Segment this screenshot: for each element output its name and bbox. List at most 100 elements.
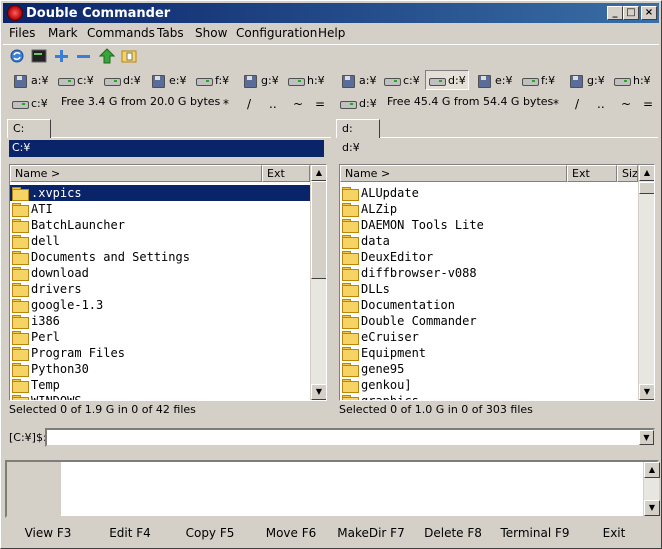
right-col-name[interactable]: Name > [340, 165, 567, 182]
file-row[interactable]: ALUpdate [340, 185, 638, 201]
edit-f4-button[interactable]: Edit F4 [85, 521, 175, 545]
left-drive-d-button[interactable]: d:¥ [101, 70, 143, 90]
left-col-name[interactable]: Name > [10, 165, 262, 182]
file-row[interactable]: google-1.3 [10, 297, 310, 313]
log-scroll-up-button[interactable]: ▲ [644, 462, 660, 478]
right-equal-button[interactable]: = [643, 97, 653, 111]
right-tab-d[interactable]: d: [336, 119, 380, 138]
file-row[interactable]: Python30 [10, 361, 310, 377]
left-drive-g-button[interactable]: g:¥ [239, 70, 281, 90]
right-file-list[interactable]: Name > Ext Size ALUpdate ALZip DAEMON Tool… [339, 164, 655, 401]
left-tab-c[interactable]: C: [7, 119, 51, 138]
file-row[interactable]: Equipment [340, 345, 638, 361]
left-drive-e-button[interactable]: e:¥ [147, 70, 188, 90]
file-row[interactable]: DLLs [340, 281, 638, 297]
file-row[interactable]: Program Files [10, 345, 310, 361]
log-scroll-down-button[interactable]: ▼ [644, 500, 660, 516]
left-scroll-down-button[interactable]: ▼ [311, 384, 326, 400]
menu-commands[interactable]: Commands [87, 26, 155, 40]
right-scrollbar[interactable]: ▲ ▼ [638, 165, 654, 400]
file-row[interactable]: genkou] [340, 377, 638, 393]
right-home-button[interactable]: ~ [621, 97, 631, 111]
copy-f5-button[interactable]: Copy F5 [165, 521, 255, 545]
right-drive-e-button[interactable]: e:¥ [473, 70, 514, 90]
file-row[interactable]: dell [10, 233, 310, 249]
file-row[interactable]: download [10, 265, 310, 281]
file-row[interactable]: Documentation [340, 297, 638, 313]
file-row[interactable]: ATI [10, 201, 310, 217]
file-row[interactable]: DeuxEditor [340, 249, 638, 265]
menu-mark[interactable]: Mark [48, 26, 78, 40]
right-drive-a-button[interactable]: a:¥ [337, 70, 378, 90]
file-row[interactable]: .xvpics [10, 185, 310, 201]
left-file-list[interactable]: Name > Ext .xvpics ATI BatchLauncher dell Do… [9, 164, 327, 401]
terminal-f9-button[interactable]: Terminal F9 [490, 521, 580, 545]
left-drive-f-button[interactable]: f:¥ [193, 70, 231, 90]
exit-button[interactable]: Exit [569, 521, 659, 545]
command-history-dropdown[interactable]: ▼ [639, 430, 654, 445]
title-bar[interactable]: Double Commander _ □ × [3, 3, 659, 23]
file-row[interactable]: Temp [10, 377, 310, 393]
menu-help[interactable]: Help [318, 26, 345, 40]
command-line-input[interactable] [45, 428, 655, 447]
file-row[interactable]: Documents and Settings [10, 249, 310, 265]
right-drive-selector[interactable]: d:¥ [337, 93, 379, 113]
left-parent-button[interactable]: .. [269, 97, 277, 111]
minimize-button[interactable]: _ [607, 6, 623, 20]
file-row[interactable]: drivers [10, 281, 310, 297]
left-drive-a-button[interactable]: a:¥ [9, 70, 50, 90]
right-scroll-down-button[interactable]: ▼ [639, 384, 654, 400]
menu-configuration[interactable]: Configuration [236, 26, 317, 40]
left-path-bar[interactable]: C:¥ [9, 140, 324, 157]
right-slash-button[interactable]: / [575, 97, 579, 111]
terminal-icon[interactable] [31, 48, 47, 64]
left-col-ext[interactable]: Ext [262, 165, 310, 182]
left-drive-selector[interactable]: c:¥ [9, 93, 50, 113]
right-drive-g-button[interactable]: g:¥ [565, 70, 607, 90]
left-equal-button[interactable]: = [315, 97, 325, 111]
left-drive-h-button[interactable]: h:¥ [285, 70, 327, 90]
up-arrow-icon[interactable] [99, 48, 115, 64]
makedir-f7-button[interactable]: MakeDir F7 [326, 521, 416, 545]
left-slash-button[interactable]: / [247, 97, 251, 111]
view-f3-button[interactable]: View F3 [3, 521, 93, 545]
file-row[interactable]: gene95 [340, 361, 638, 377]
minus-icon[interactable] [75, 48, 91, 64]
file-row[interactable]: BatchLauncher [10, 217, 310, 233]
left-scroll-thumb[interactable] [311, 181, 326, 279]
file-row[interactable]: diffbrowser-v088 [340, 265, 638, 281]
right-drive-d-button[interactable]: d:¥ [425, 70, 469, 90]
file-row[interactable]: Perl [10, 329, 310, 345]
right-drive-h-button[interactable]: h:¥ [611, 70, 653, 90]
file-row[interactable]: DAEMON Tools Lite [340, 217, 638, 233]
right-col-ext[interactable]: Ext [567, 165, 617, 182]
maximize-button[interactable]: □ [623, 6, 639, 20]
plus-icon[interactable] [53, 48, 69, 64]
left-drive-c-button[interactable]: c:¥ [55, 70, 96, 90]
right-col-size[interactable]: Size [617, 165, 638, 182]
menu-files[interactable]: Files [9, 26, 35, 40]
right-drive-f-button[interactable]: f:¥ [519, 70, 557, 90]
log-scrollbar[interactable]: ▲ ▼ [643, 462, 660, 516]
right-scroll-up-button[interactable]: ▲ [639, 165, 654, 181]
right-root-button[interactable]: * [553, 97, 559, 111]
file-row[interactable]: eCruiser [340, 329, 638, 345]
right-parent-button[interactable]: .. [597, 97, 605, 111]
right-drive-c-button[interactable]: c:¥ [381, 70, 422, 90]
right-path-bar[interactable]: d:¥ [339, 140, 654, 157]
delete-f8-button[interactable]: Delete F8 [408, 521, 498, 545]
file-row[interactable]: ALZip [340, 201, 638, 217]
left-root-button[interactable]: * [223, 97, 229, 111]
file-row[interactable]: Double Commander [340, 313, 638, 329]
right-scroll-thumb[interactable] [639, 182, 654, 194]
file-row[interactable]: graphics [340, 393, 638, 400]
refresh-icon[interactable] [9, 48, 25, 64]
left-scrollbar[interactable]: ▲ ▼ [310, 165, 326, 400]
file-row[interactable]: data [340, 233, 638, 249]
file-row[interactable]: i386 [10, 313, 310, 329]
left-scroll-up-button[interactable]: ▲ [311, 165, 326, 181]
menu-tabs[interactable]: Tabs [157, 26, 184, 40]
file-row[interactable]: WINDOWS [10, 393, 310, 400]
left-home-button[interactable]: ~ [293, 97, 303, 111]
close-button[interactable]: × [641, 6, 657, 20]
